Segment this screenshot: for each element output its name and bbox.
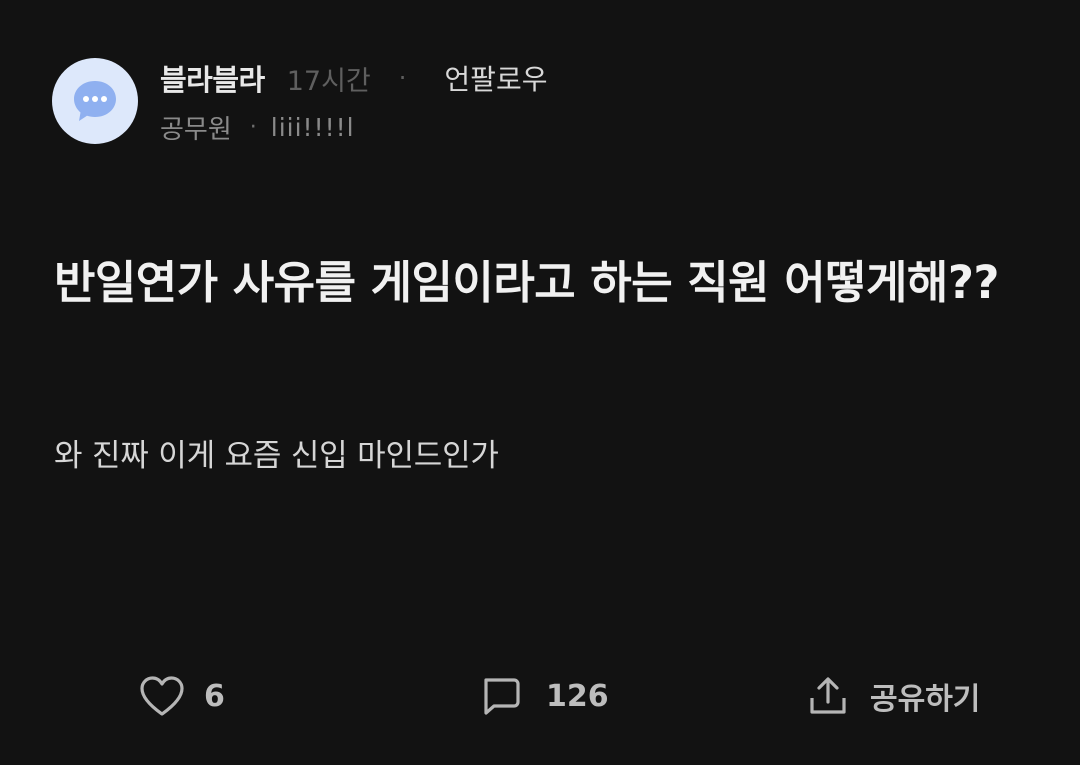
author-name[interactable]: 블라블라 [160,57,265,99]
share-upload-icon [810,677,846,714]
heart-outline-icon [140,676,184,716]
post-header: 블라블라 17시간 · 언팔로우 공무원 · liii!!!!l [52,57,547,146]
share-button[interactable]: 공유하기 [806,668,980,724]
post-body: 와 진짜 이게 요즘 신입 마인드인가 [54,438,499,474]
like-button[interactable]: 6 [138,668,225,724]
speech-bubble-icon [74,81,116,121]
post-title: 반일연가 사유를 게임이라고 하는 직원 어떻게해?? [54,256,1000,309]
like-count: 6 [204,678,225,714]
post-time: 17시간 [286,65,371,97]
company-name[interactable]: 공무원 [160,109,232,146]
separator-dot: · [249,114,257,140]
unfollow-button[interactable]: 언팔로우 [444,58,547,98]
comment-bubble-icon [484,678,520,715]
meta-row-author: 블라블라 17시간 · 언팔로우 [160,57,547,99]
comment-count: 126 [546,678,609,714]
separator-dot: · [398,64,407,92]
nickname: liii!!!!l [270,112,355,142]
comment-button[interactable]: 126 [478,668,609,724]
share-label: 공유하기 [870,682,981,717]
post-meta: 블라블라 17시간 · 언팔로우 공무원 · liii!!!!l [160,57,547,146]
avatar[interactable] [52,58,138,144]
meta-row-company: 공무원 · liii!!!!l [160,109,547,146]
action-bar: 6 126 공유하기 [0,668,1080,724]
